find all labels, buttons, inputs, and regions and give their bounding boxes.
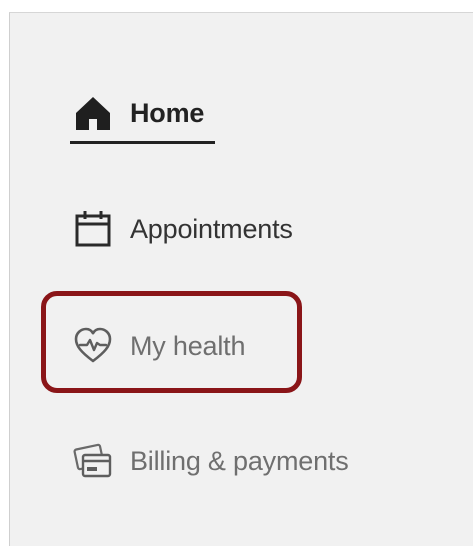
credit-card-icon bbox=[70, 441, 116, 481]
sidebar-panel: Home Appointments My health Billing & pa… bbox=[9, 12, 473, 546]
sidebar-item-label: Home bbox=[130, 97, 205, 128]
home-icon bbox=[70, 93, 116, 133]
calendar-icon bbox=[70, 209, 116, 249]
sidebar-item-label: Appointments bbox=[130, 213, 293, 244]
sidebar-item-appointments[interactable]: Appointments bbox=[70, 209, 293, 249]
sidebar-nav: Home Appointments My health Billing & pa… bbox=[10, 13, 473, 546]
highlight-box bbox=[41, 291, 302, 393]
sidebar-item-billing[interactable]: Billing & payments bbox=[70, 441, 349, 481]
active-underline bbox=[70, 141, 215, 144]
sidebar-item-label: Billing & payments bbox=[130, 445, 349, 476]
sidebar-item-home[interactable]: Home bbox=[70, 93, 215, 144]
